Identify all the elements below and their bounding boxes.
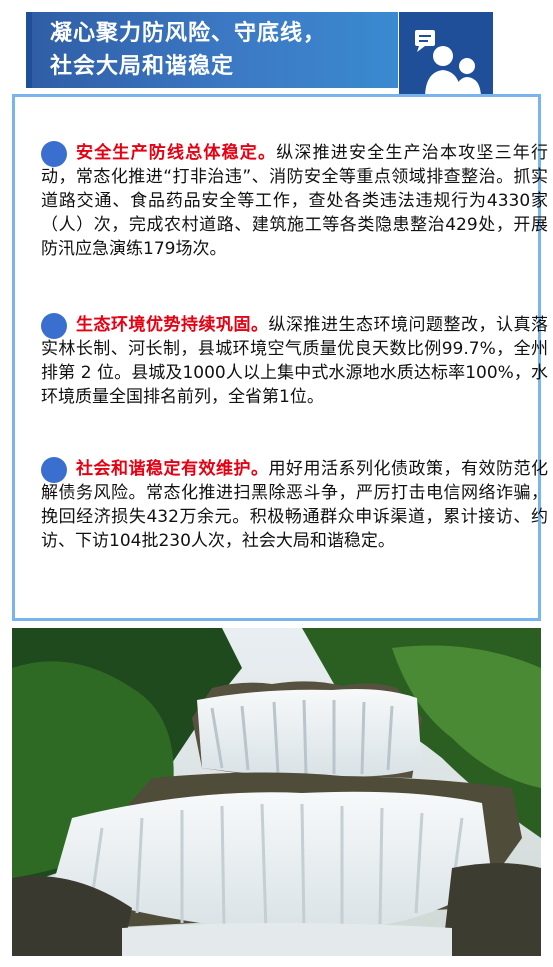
section-text: 生态环境优势持续巩固。纵深推进生态环境问题整改，认真落实林长制、河长制，县城环境… — [41, 313, 548, 409]
bullet-icon — [41, 457, 67, 483]
section-text: 社会和谐稳定有效维护。用好用活系列化债政策，有效防范化解债务风险。常态化推进扫黑… — [41, 457, 548, 553]
section-harmony: 社会和谐稳定有效维护。用好用活系列化债政策，有效防范化解债务风险。常态化推进扫黑… — [41, 457, 548, 553]
people-chat-icon — [415, 30, 481, 98]
title-line-2: 社会大局和谐稳定 — [50, 54, 235, 79]
section-heading: 安全生产防线总体稳定。 — [76, 143, 277, 163]
section-ecology: 生态环境优势持续巩固。纵深推进生态环境问题整改，认真落实林长制、河长制，县城环境… — [41, 313, 548, 409]
title-banner: 凝心聚力防风险、守底线， 社会大局和谐稳定 — [26, 12, 398, 88]
section-safety: 安全生产防线总体稳定。纵深推进安全生产治本攻坚三年行动，常态化推进“打非治违”、… — [41, 141, 548, 261]
content-card: 安全生产防线总体稳定。纵深推进安全生产治本攻坚三年行动，常态化推进“打非治违”、… — [12, 94, 548, 621]
section-heading: 社会和谐稳定有效维护。 — [76, 459, 269, 479]
page-title: 凝心聚力防风险、守底线， 社会大局和谐稳定 — [50, 17, 326, 83]
section-text: 安全生产防线总体稳定。纵深推进安全生产治本攻坚三年行动，常态化推进“打非治违”、… — [41, 141, 548, 261]
section-heading: 生态环境优势持续巩固。 — [76, 315, 269, 335]
header-icon-box — [399, 12, 493, 106]
bullet-icon — [41, 313, 67, 339]
bullet-icon — [41, 141, 67, 167]
waterfall-photo — [12, 628, 541, 956]
title-line-1: 凝心聚力防风险、守底线， — [50, 21, 327, 46]
